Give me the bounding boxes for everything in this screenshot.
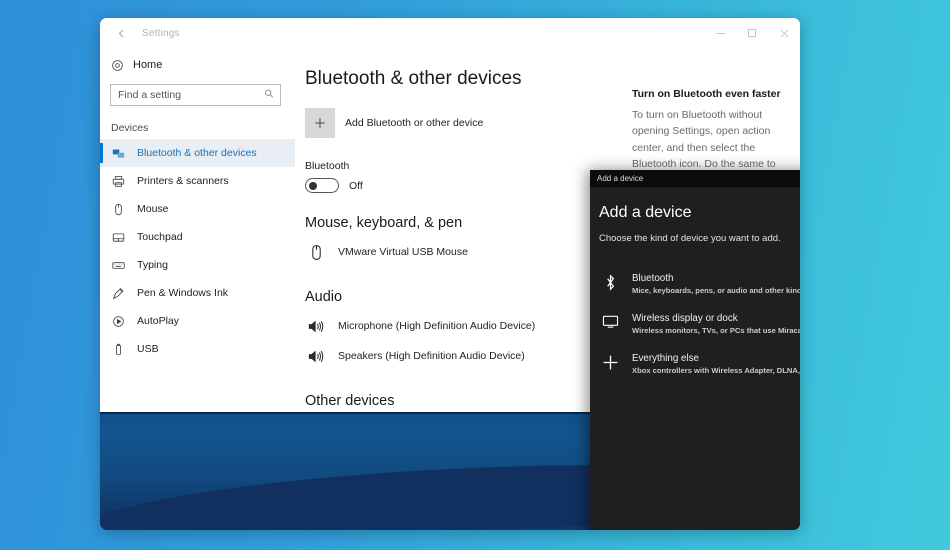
dialog-option-title: Bluetooth bbox=[632, 273, 674, 284]
dialog-option-desc: Wireless monitors, TVs, or PCs that use … bbox=[632, 326, 800, 335]
sidebar-item-label: Printers & scanners bbox=[137, 175, 229, 187]
dialog-option-title: Wireless display or dock bbox=[632, 313, 738, 324]
sidebar-item-typing[interactable]: Typing bbox=[100, 251, 295, 279]
dialog-option-wireless-display-or-dock[interactable]: Wireless display or dock Wireless monito… bbox=[599, 304, 800, 344]
window-title: Settings bbox=[142, 27, 180, 39]
sidebar-item-label: Touchpad bbox=[137, 231, 183, 243]
bluetooth-icon bbox=[601, 273, 619, 291]
dialog-titlebar-text: Add a device bbox=[597, 174, 644, 183]
search-input[interactable] bbox=[111, 85, 280, 105]
sidebar-item-label: Bluetooth & other devices bbox=[137, 147, 257, 159]
device-name: VMware Virtual USB Mouse bbox=[338, 246, 468, 258]
mouse-icon bbox=[305, 244, 327, 261]
dialog-option-text: Wireless display or dock Wireless monito… bbox=[632, 313, 800, 335]
dialog-content: Add a device Choose the kind of device y… bbox=[590, 187, 800, 384]
help-panel: Turn on Bluetooth even faster To turn on… bbox=[620, 48, 800, 188]
autoplay-icon bbox=[111, 315, 126, 328]
sidebar-item-pen-windows-ink[interactable]: Pen & Windows Ink bbox=[100, 279, 295, 307]
sidebar-item-autoplay[interactable]: AutoPlay bbox=[100, 307, 295, 335]
dialog-option-bluetooth[interactable]: Bluetooth Mice, keyboards, pens, or audi… bbox=[599, 264, 800, 304]
dialog-option-desc: Mice, keyboards, pens, or audio and othe… bbox=[632, 286, 800, 295]
dialog-option-text: Everything else Xbox controllers with Wi… bbox=[632, 353, 800, 375]
monitor-icon bbox=[601, 313, 619, 329]
sidebar-item-touchpad[interactable]: Touchpad bbox=[100, 223, 295, 251]
dialog-option-text: Bluetooth Mice, keyboards, pens, or audi… bbox=[632, 273, 800, 295]
keyboard-icon bbox=[111, 259, 126, 272]
sidebar-item-label: Pen & Windows Ink bbox=[137, 287, 229, 299]
dialog-titlebar: Add a device bbox=[590, 170, 800, 187]
printer-icon bbox=[111, 175, 126, 188]
dialog-option-everything-else[interactable]: Everything else Xbox controllers with Wi… bbox=[599, 344, 800, 384]
sidebar-item-label: AutoPlay bbox=[137, 315, 180, 327]
dialog-footer: Cancel bbox=[590, 498, 800, 530]
sidebar-section-label: Devices bbox=[111, 122, 149, 134]
back-arrow-icon[interactable] bbox=[108, 24, 134, 42]
dialog-subheading: Choose the kind of device you want to ad… bbox=[599, 233, 781, 244]
speaker-icon bbox=[305, 347, 327, 366]
usb-icon bbox=[111, 343, 126, 356]
sidebar-item-printers-scanners[interactable]: Printers & scanners bbox=[100, 167, 295, 195]
bluetooth-toggle[interactable] bbox=[305, 178, 339, 193]
search-box[interactable] bbox=[110, 84, 281, 106]
add-a-device-dialog: Add a device Add a device Choose the kin… bbox=[590, 170, 800, 530]
plus-icon bbox=[601, 353, 619, 371]
mouse-icon bbox=[111, 203, 126, 216]
sidebar-item-label: Typing bbox=[137, 259, 168, 271]
help-panel-title: Turn on Bluetooth even faster bbox=[632, 88, 781, 100]
dialog-option-desc: Xbox controllers with Wireless Adapter, … bbox=[632, 366, 800, 375]
home-gear-icon bbox=[110, 58, 124, 72]
sidebar-item-bluetooth-other-devices[interactable]: Bluetooth & other devices bbox=[100, 139, 295, 167]
device-name: Speakers (High Definition Audio Device) bbox=[338, 350, 525, 362]
window-titlebar: Settings bbox=[100, 18, 800, 48]
sidebar-item-home[interactable]: Home bbox=[100, 52, 295, 78]
pen-icon bbox=[111, 287, 126, 300]
sidebar-home-label: Home bbox=[133, 59, 163, 71]
bluetooth-toggle-state: Off bbox=[349, 179, 363, 192]
settings-window: Settings Home Find a setting Devices Blu… bbox=[100, 18, 800, 530]
dialog-option-title: Everything else bbox=[632, 353, 699, 364]
window-controls bbox=[704, 18, 800, 48]
add-device-label: Add Bluetooth or other device bbox=[345, 117, 484, 129]
speaker-icon bbox=[305, 317, 327, 336]
touchpad-icon bbox=[111, 231, 126, 244]
search-icon bbox=[264, 89, 274, 102]
sidebar-item-usb[interactable]: USB bbox=[100, 335, 295, 363]
plus-icon bbox=[305, 108, 335, 138]
minimize-button[interactable] bbox=[704, 18, 736, 48]
sidebar-item-label: USB bbox=[137, 343, 159, 355]
dialog-heading: Add a device bbox=[599, 204, 692, 221]
sidebar-item-mouse[interactable]: Mouse bbox=[100, 195, 295, 223]
search-container bbox=[100, 78, 295, 106]
maximize-button[interactable] bbox=[736, 18, 768, 48]
sidebar-item-label: Mouse bbox=[137, 203, 169, 215]
bluetooth-devices-icon bbox=[111, 147, 126, 160]
device-name: Microphone (High Definition Audio Device… bbox=[338, 320, 536, 332]
close-button[interactable] bbox=[768, 18, 800, 48]
